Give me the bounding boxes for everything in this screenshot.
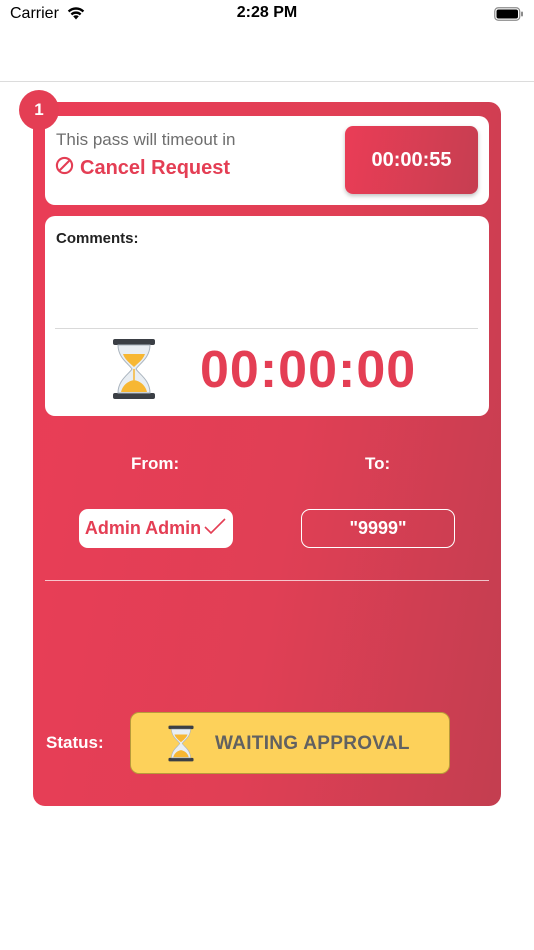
checkmark-icon	[203, 517, 227, 540]
from-value-text: Admin Admin	[84, 518, 202, 538]
status-label: Status:	[46, 733, 104, 752]
prohibited-icon	[55, 156, 74, 180]
elapsed-timer: 00:00:00	[200, 341, 417, 399]
cancel-request-button[interactable]: Cancel Request	[55, 156, 230, 180]
to-label: To:	[365, 454, 391, 473]
comments-label: Comments:	[56, 230, 139, 247]
hourglass-icon	[111, 338, 157, 405]
navigation-bar	[0, 28, 534, 82]
from-value[interactable]: Admin Admin	[79, 509, 233, 548]
comments-panel: Comments: 00:00:00	[45, 216, 489, 416]
hourglass-icon	[167, 725, 195, 767]
pass-card	[33, 102, 501, 806]
timeout-label: This pass will timeout in	[56, 130, 236, 149]
clock: 2:28 PM	[236, 4, 298, 21]
app-screen: Carrier 2:28 PM 1 This pass will timeout…	[0, 0, 534, 950]
from-label: From:	[131, 454, 180, 473]
to-value[interactable]: "9999"	[301, 509, 455, 548]
to-value-text: "9999"	[349, 518, 407, 538]
timeout-panel: This pass will timeout in Cancel Request…	[45, 116, 489, 205]
comments-divider	[55, 328, 478, 329]
battery-icon	[494, 7, 524, 21]
pass-index-badge: 1	[19, 90, 59, 130]
status-waiting-approval-button[interactable]: WAITING APPROVAL	[130, 712, 450, 774]
cancel-request-label: Cancel Request	[80, 156, 231, 179]
timeout-countdown: 00:00:55	[345, 126, 478, 194]
card-divider	[45, 580, 489, 581]
status-bar: Carrier 2:28 PM	[0, 0, 534, 28]
status-value: WAITING APPROVAL	[215, 733, 410, 754]
